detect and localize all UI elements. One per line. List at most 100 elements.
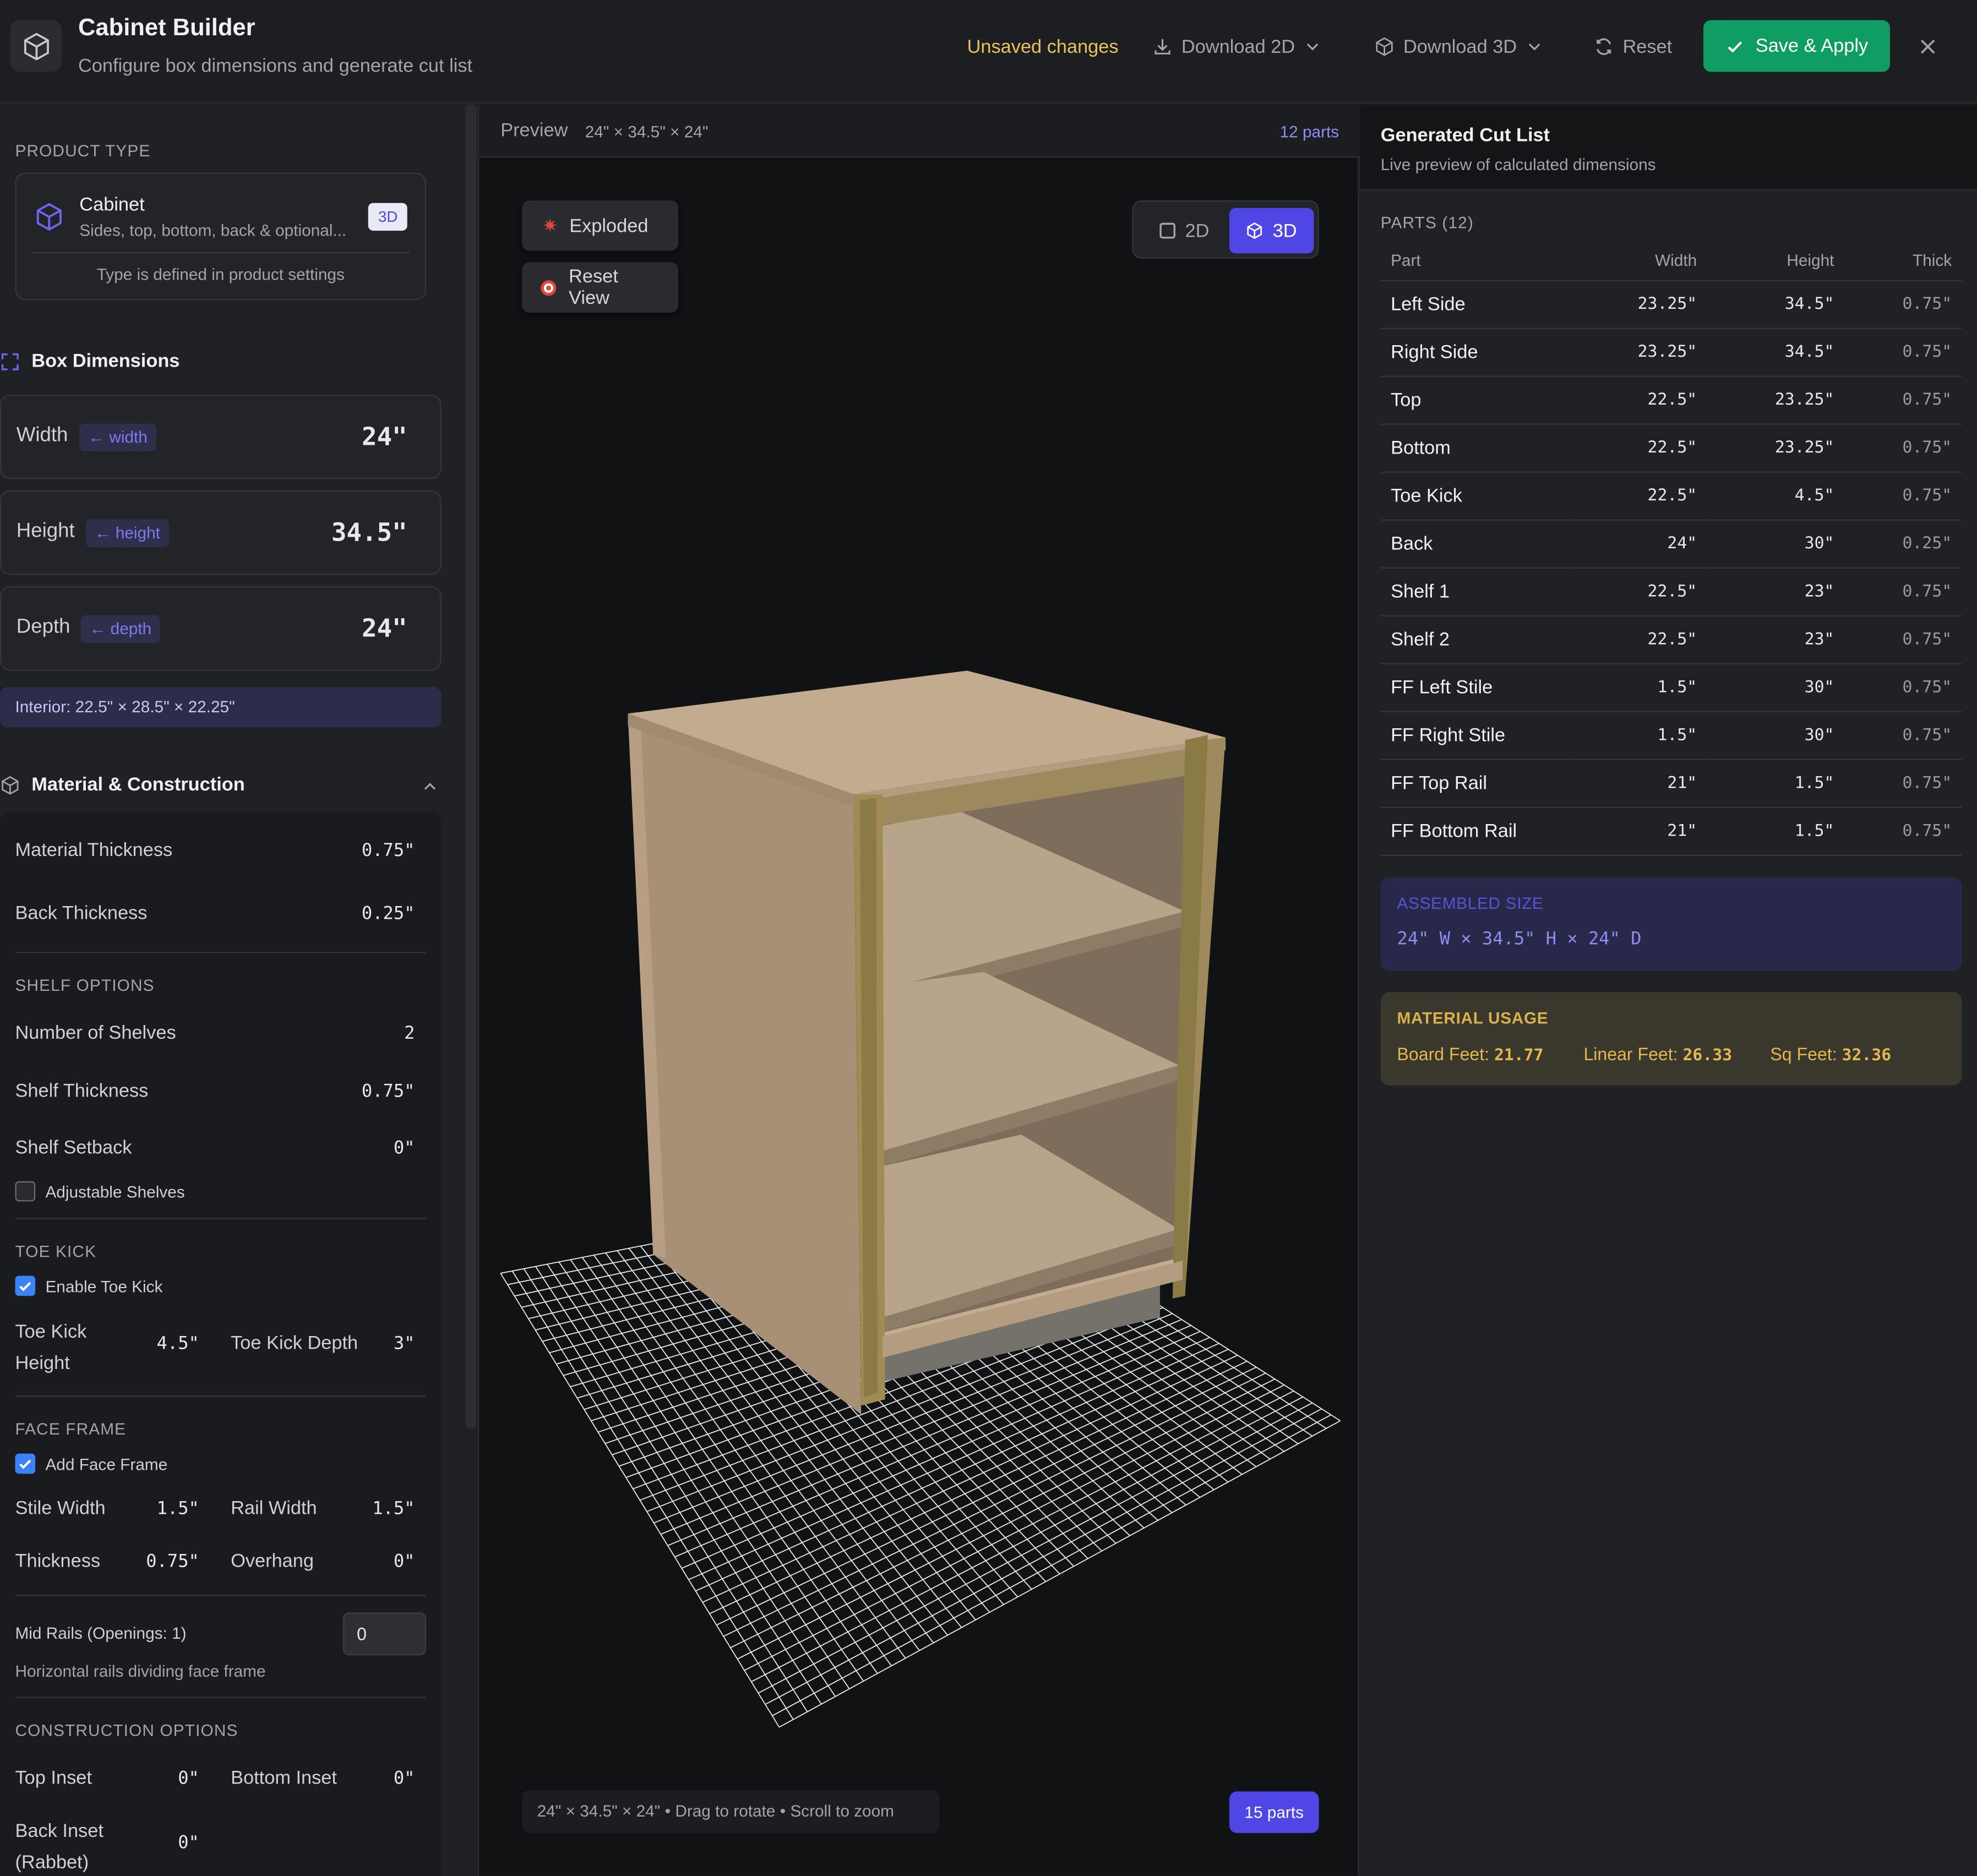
adjustable-shelves-label: Adjustable Shelves xyxy=(45,1182,185,1201)
enable-toe-kick-checkbox[interactable]: Enable Toe Kick xyxy=(15,1275,163,1296)
table-row: FF Left Stile 1.5" 30" 0.75" xyxy=(1380,663,1962,712)
mid-rails-label: Mid Rails (Openings: 1) xyxy=(15,1623,187,1643)
cut-list-header: Generated Cut List Live preview of calcu… xyxy=(1360,105,1977,190)
thick-cell: 0.75" xyxy=(1844,423,1962,472)
view-2d-button[interactable]: 2D xyxy=(1141,208,1227,253)
check-icon xyxy=(1728,41,1743,52)
parts-count-label: PARTS (12) xyxy=(1380,213,1474,232)
download-icon xyxy=(1154,39,1170,54)
width-cell: 24" xyxy=(1570,519,1707,568)
reset-button[interactable]: Reset xyxy=(1594,30,1672,63)
view-mode-toggle: 2D 3D xyxy=(1132,200,1319,259)
thick-cell: 0.25" xyxy=(1844,519,1962,568)
assembled-size-value: 24" W × 34.5" H × 24" D xyxy=(1397,929,1642,950)
part-name-cell: Shelf 1 xyxy=(1380,567,1570,616)
download-3d-button[interactable]: Download 3D xyxy=(1374,30,1543,63)
height-value[interactable]: 34.5" xyxy=(331,517,407,547)
height-cell: 1.5" xyxy=(1707,759,1844,808)
width-value[interactable]: 24" xyxy=(362,421,407,451)
reset-view-button[interactable]: Reset View xyxy=(522,262,679,313)
shelf-options-label: SHELF OPTIONS xyxy=(15,975,155,995)
preview-bar: Preview 24" × 34.5" × 24" 12 parts xyxy=(479,105,1361,158)
enable-toe-kick-label: Enable Toe Kick xyxy=(45,1276,163,1296)
chevron-down-icon xyxy=(1306,43,1319,51)
cut-list-panel: Generated Cut List Live preview of calcu… xyxy=(1360,105,1977,1876)
divider xyxy=(15,1395,427,1397)
column-header: Height xyxy=(1707,242,1844,281)
height-cell: 34.5" xyxy=(1707,280,1844,329)
height-cell: 1.5" xyxy=(1707,806,1844,855)
part-name-cell: Toe Kick xyxy=(1380,471,1570,520)
table-row: FF Top Rail 21" 1.5" 0.75" xyxy=(1380,759,1962,808)
mid-rails-input[interactable]: 0 xyxy=(342,1612,427,1656)
depth-value[interactable]: 24" xyxy=(362,613,407,643)
thick-cell: 0.75" xyxy=(1844,806,1962,855)
exploded-button[interactable]: ✷ Exploded xyxy=(522,200,679,251)
shelf-setback-value[interactable]: 0" xyxy=(394,1138,415,1159)
box-dimensions-header: Box Dimensions xyxy=(0,351,179,372)
cube-icon xyxy=(1376,37,1393,56)
unsaved-indicator: Unsaved changes xyxy=(967,36,1119,58)
toe-kick-height-value[interactable]: 4.5" xyxy=(157,1334,199,1354)
product-name: Cabinet xyxy=(79,194,145,216)
adjustable-shelves-checkbox[interactable]: Adjustable Shelves xyxy=(15,1181,185,1202)
height-tag: ← height xyxy=(85,519,169,547)
width-field[interactable]: Width ← width 24" xyxy=(0,394,442,479)
thick-cell: 0.75" xyxy=(1844,711,1962,760)
3d-viewport[interactable] xyxy=(479,157,1360,1796)
top-inset-value[interactable]: 0" xyxy=(178,1769,199,1789)
view-3d-button[interactable]: 3D xyxy=(1229,208,1314,254)
width-cell: 22.5" xyxy=(1570,567,1707,616)
thick-cell: 0.75" xyxy=(1844,328,1962,377)
toe-kick-height-label: Toe Kick Height xyxy=(15,1321,87,1375)
height-cell: 30" xyxy=(1707,519,1844,568)
material-construction-header[interactable]: Material & Construction xyxy=(0,774,442,795)
back-inset-value[interactable]: 0" xyxy=(178,1833,199,1853)
width-cell: 22.5" xyxy=(1570,615,1707,664)
expand-icon xyxy=(1,352,19,370)
depth-field[interactable]: Depth ← depth 24" xyxy=(0,586,442,671)
cut-list-table: Part Width Height Thick Left Side 23.25" 3… xyxy=(1380,242,1962,855)
cube-icon xyxy=(1248,222,1263,239)
thickness-value[interactable]: 0.75" xyxy=(146,1552,199,1572)
toe-kick-depth-value[interactable]: 3" xyxy=(394,1334,415,1354)
part-name-cell: FF Bottom Rail xyxy=(1380,806,1570,855)
shelf-thickness-value[interactable]: 0.75" xyxy=(362,1082,415,1102)
preview-parts-count: 12 parts xyxy=(1279,122,1339,141)
rail-width-value[interactable]: 1.5" xyxy=(372,1499,415,1519)
assembled-size-card: ASSEMBLED SIZE 24" W × 34.5" H × 24" D xyxy=(1380,877,1962,971)
download-2d-button[interactable]: Download 2D xyxy=(1152,30,1321,63)
shelf-thickness-label: Shelf Thickness xyxy=(15,1080,149,1102)
checkbox-unchecked[interactable] xyxy=(15,1181,36,1202)
table-row: Shelf 1 22.5" 23" 0.75" xyxy=(1380,567,1962,616)
add-face-frame-checkbox[interactable]: Add Face Frame xyxy=(15,1453,167,1474)
height-field[interactable]: Height ← height 34.5" xyxy=(0,490,442,575)
overhang-value[interactable]: 0" xyxy=(394,1552,415,1572)
part-name-cell: FF Right Stile xyxy=(1380,711,1570,760)
bottom-inset-value[interactable]: 0" xyxy=(394,1769,415,1789)
material-thickness-value[interactable]: 0.75" xyxy=(362,841,415,861)
stile-width-value[interactable]: 1.5" xyxy=(157,1499,199,1519)
cube-icon xyxy=(10,20,62,72)
table-row: FF Bottom Rail 21" 1.5" 0.75" xyxy=(1380,806,1962,855)
table-row: FF Right Stile 1.5" 30" 0.75" xyxy=(1380,711,1962,760)
back-thickness-value[interactable]: 0.25" xyxy=(362,904,415,924)
height-cell: 4.5" xyxy=(1707,471,1844,520)
check-icon[interactable] xyxy=(15,1275,36,1296)
top-inset-label: Top Inset xyxy=(15,1767,92,1789)
check-icon[interactable] xyxy=(15,1453,36,1474)
product-type-label: PRODUCT TYPE xyxy=(15,141,151,160)
part-name-cell: Back xyxy=(1380,519,1570,568)
scrollbar[interactable] xyxy=(465,105,477,1428)
close-button[interactable] xyxy=(1914,33,1941,61)
product-type-card: Cabinet Sides, top, bottom, back & optio… xyxy=(15,172,427,301)
app-title: Cabinet Builder xyxy=(78,15,255,42)
refresh-icon xyxy=(1597,38,1611,55)
height-cell: 23.25" xyxy=(1707,423,1844,472)
parts-badge: 15 parts xyxy=(1229,1791,1319,1833)
linear-feet: Linear Feet: 26.33 xyxy=(1583,1044,1732,1065)
num-shelves-value[interactable]: 2 xyxy=(404,1024,415,1044)
height-cell: 23" xyxy=(1707,615,1844,664)
interior-dimensions: Interior: 22.5" × 28.5" × 22.25" xyxy=(0,687,442,728)
save-apply-button[interactable]: Save & Apply xyxy=(1703,20,1890,72)
